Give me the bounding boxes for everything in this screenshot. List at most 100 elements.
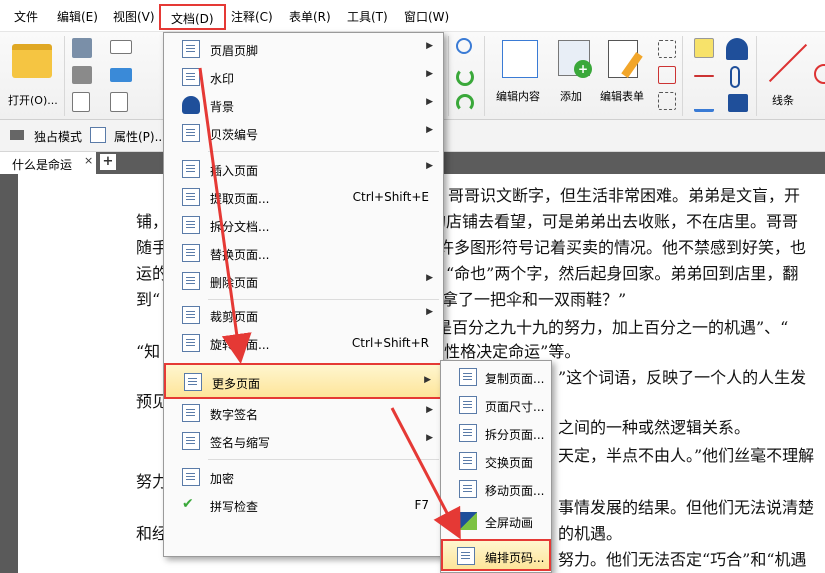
menu-item-encrypt[interactable]: 加密 xyxy=(164,463,443,491)
strikeout-icon[interactable] xyxy=(694,75,714,77)
menu-item-replace-page[interactable]: 替换页面... xyxy=(164,239,443,267)
edit-content-label: 编辑内容 xyxy=(496,90,540,103)
doc-line: “知 xyxy=(136,342,161,361)
text-box-icon[interactable] xyxy=(658,66,676,84)
rotate-page-icon xyxy=(182,334,200,352)
page-numbering-icon xyxy=(457,547,475,565)
tab-label: 什么是命运 xyxy=(12,158,73,172)
submenu-arrow-icon: ▶ xyxy=(426,41,433,51)
menu-item-label: 更多页面 xyxy=(212,377,261,391)
sound-icon[interactable] xyxy=(728,94,748,112)
add-tab-icon[interactable]: + xyxy=(100,154,116,170)
open-button[interactable]: 打开(O)... xyxy=(4,36,60,116)
edit-content-button[interactable]: 编辑内容 xyxy=(492,34,548,114)
split-page-icon xyxy=(459,424,477,442)
menu-file[interactable]: 文件 xyxy=(14,8,38,25)
menu-item-bates-number[interactable]: 贝茨编号 ▶ xyxy=(164,119,443,147)
add-button[interactable]: + 添加 xyxy=(552,34,596,114)
rotate-left-icon[interactable] xyxy=(456,68,474,86)
submenu-item-page-numbering[interactable]: 编排页码... xyxy=(441,539,551,571)
extract-page-icon xyxy=(182,188,200,206)
menu-item-background[interactable]: 背景 ▶ xyxy=(164,91,443,119)
menu-item-watermark[interactable]: 水印 ▶ xyxy=(164,63,443,91)
rotate-right-icon[interactable] xyxy=(456,94,474,112)
menu-separator xyxy=(208,299,439,300)
submenu-item-page-size[interactable]: 页面尺寸... xyxy=(441,391,551,419)
menu-form[interactable]: 表单(R) xyxy=(289,8,331,25)
email-icon[interactable] xyxy=(110,40,132,54)
submenu-item-duplicate-page[interactable]: 复制页面... xyxy=(441,363,551,391)
print-icon[interactable] xyxy=(72,66,92,84)
move-page-icon xyxy=(459,480,477,498)
encrypt-icon xyxy=(182,468,200,486)
split-document-icon xyxy=(182,216,200,234)
doc-line: ”这个词语，反映了一个人的人生发 xyxy=(558,368,807,387)
submenu-item-move-page[interactable]: 移动页面... xyxy=(441,475,551,503)
menu-item-header-footer[interactable]: 页眉页脚 ▶ xyxy=(164,35,443,63)
menu-item-label: 替换页面... xyxy=(210,248,270,262)
properties-button[interactable]: 属性(P)... xyxy=(114,128,166,145)
open-label: 打开(O)... xyxy=(8,94,58,107)
doc-line: 许多图形符号记着买卖的情况。他不禁感到好笑，也 xyxy=(438,238,807,257)
save-icon[interactable] xyxy=(72,38,92,58)
submenu-item-label: 全屏动画 xyxy=(485,516,534,530)
scan-icon[interactable] xyxy=(110,68,132,82)
menu-edit[interactable]: 编辑(E) xyxy=(57,8,98,25)
menu-item-label: 删除页面 xyxy=(210,276,259,290)
plus-icon: + xyxy=(574,60,592,78)
menu-item-split-document[interactable]: 拆分文档... xyxy=(164,211,443,239)
menu-document[interactable]: 文档(D) xyxy=(159,4,226,30)
attachment-icon[interactable] xyxy=(730,66,740,88)
close-icon[interactable]: × xyxy=(84,154,93,167)
zoom-icon[interactable] xyxy=(456,38,472,54)
submenu-arrow-icon: ▶ xyxy=(426,405,433,415)
menu-item-crop-page[interactable]: 裁剪页面 ▶ xyxy=(164,301,443,329)
tab-document[interactable]: 什么是命运 × xyxy=(0,152,96,174)
menu-item-spell-check[interactable]: ✔ 拼写检查 F7 xyxy=(164,491,443,519)
circle-icon[interactable] xyxy=(814,64,825,84)
menu-item-label: 旋转页面... xyxy=(210,338,270,352)
menu-item-sign-initials[interactable]: 签名与缩写 ▶ xyxy=(164,427,443,455)
menu-bar: 文件 编辑(E) 视图(V) 文档(D) 注释(C) 表单(R) 工具(T) 窗… xyxy=(0,0,825,32)
exclusive-mode-button[interactable]: 独占模式 xyxy=(34,128,82,145)
swap-page-icon xyxy=(459,452,477,470)
menu-window[interactable]: 窗口(W) xyxy=(404,8,449,25)
text-field-icon[interactable] xyxy=(658,40,676,58)
menu-item-extract-page[interactable]: 提取页面... Ctrl+Shift+E xyxy=(164,183,443,211)
doc-line: 天定，半点不由人。”他们丝毫不理解 xyxy=(558,446,815,465)
edit-form-button[interactable]: 编辑表单 xyxy=(598,34,654,114)
export-icon[interactable] xyxy=(72,92,90,112)
doc-line: 的店铺去看望，可是弟弟出去收账，不在店里。哥哥 xyxy=(430,212,799,231)
digital-signature-icon xyxy=(182,404,200,422)
submenu-item-swap-page[interactable]: 交换页面 xyxy=(441,447,551,475)
submenu-item-split-page[interactable]: 拆分页面... xyxy=(441,419,551,447)
submenu-item-label: 拆分页面... xyxy=(485,428,545,442)
page-size-icon xyxy=(459,396,477,414)
fullscreen-animation-icon xyxy=(459,512,477,530)
menu-item-label: 提取页面... xyxy=(210,192,270,206)
new-icon[interactable] xyxy=(110,92,128,112)
submenu-item-fullscreen-animation[interactable]: 全屏动画 xyxy=(441,507,551,535)
menu-item-delete-page[interactable]: 删除页面 ▶ xyxy=(164,267,443,295)
menu-separator xyxy=(208,459,439,460)
menu-item-label: 背景 xyxy=(210,100,235,114)
menu-item-digital-signature[interactable]: 数字签名 ▶ xyxy=(164,399,443,427)
menu-item-more-pages[interactable]: 更多页面 ▶ xyxy=(164,363,443,399)
stamp-icon[interactable] xyxy=(726,38,748,60)
menu-comment[interactable]: 注释(C) xyxy=(231,8,273,25)
edit-content-icon xyxy=(502,40,538,78)
doc-line: “命也”两个字，然后起身回家。弟弟回到店里，翻 xyxy=(446,264,799,283)
submenu-item-label: 复制页面... xyxy=(485,372,545,386)
menu-tools[interactable]: 工具(T) xyxy=(347,8,388,25)
menu-view[interactable]: 视图(V) xyxy=(113,8,155,25)
lines-button[interactable]: 线条 xyxy=(762,34,808,114)
text-underline-icon[interactable] xyxy=(694,92,714,112)
menu-item-insert-page[interactable]: 插入页面 ▶ xyxy=(164,155,443,183)
submenu-arrow-icon: ▶ xyxy=(426,161,433,171)
typewriter-icon[interactable] xyxy=(694,38,714,58)
doc-line: 到“ xyxy=(136,290,161,309)
submenu-arrow-icon: ▶ xyxy=(426,125,433,135)
more-pages-submenu: 复制页面... 页面尺寸... 拆分页面... 交换页面 移动页面... 全屏动… xyxy=(440,360,552,573)
menu-item-rotate-page[interactable]: 旋转页面... Ctrl+Shift+R xyxy=(164,329,443,357)
text-field-2-icon[interactable] xyxy=(658,92,676,110)
